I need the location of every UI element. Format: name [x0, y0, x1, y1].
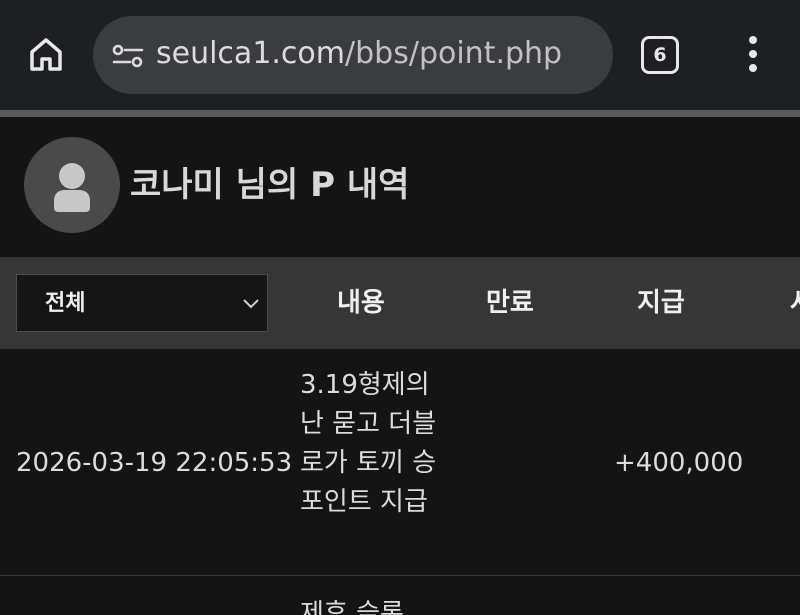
- home-button[interactable]: [26, 34, 66, 74]
- column-header-amount: 지급: [637, 288, 685, 318]
- address-bar[interactable]: seulca1.com/bbs/point.php: [93, 16, 613, 94]
- menu-dot: [749, 36, 757, 44]
- url-text[interactable]: seulca1.com/bbs/point.php: [156, 34, 562, 74]
- tabs-icon: 6: [653, 44, 667, 66]
- row-date: 2026-03-19 22:05:53: [16, 448, 293, 478]
- point-history-header: 코나미 님의 P 내역: [0, 117, 800, 257]
- column-header-partial: 사: [790, 285, 800, 321]
- site-settings-icon[interactable]: [111, 42, 145, 70]
- row-content: 3.19형제의난 묻고 더블로가 토끼 승 포인트 지급: [300, 370, 437, 517]
- row-amount: +400,000: [614, 448, 744, 478]
- table-row: 제휴 슬롯: [0, 577, 800, 615]
- filter-select[interactable]: 전체: [16, 274, 268, 332]
- url-path: /bbs/point.php: [345, 36, 563, 71]
- avatar-body: [54, 190, 90, 212]
- more-vert-icon[interactable]: [738, 34, 768, 74]
- page-title: 코나미 님의 P 내역: [130, 165, 410, 205]
- chevron-down-icon: [243, 299, 259, 309]
- user-avatar-icon: [24, 137, 120, 233]
- toolbar-divider: [0, 110, 800, 117]
- column-header-content: 내용: [337, 288, 385, 318]
- url-domain: seulca1.com: [156, 36, 346, 71]
- menu-dot: [749, 64, 757, 72]
- table-header: 전체 내용 만료 지급 사: [0, 257, 800, 349]
- browser-toolbar: seulca1.com/bbs/point.php 6: [0, 0, 800, 110]
- table-row: 2026-03-19 22:05:53 3.19형제의난 묻고 더블로가 토끼 …: [0, 349, 800, 576]
- column-header-expiry: 만료: [486, 288, 534, 318]
- avatar-head: [59, 163, 85, 189]
- home-icon: [30, 38, 62, 71]
- tab-switcher-button[interactable]: 6: [641, 36, 679, 74]
- filter-selected-value: 전체: [45, 291, 86, 316]
- row-content: 제휴 슬롯: [300, 599, 404, 615]
- menu-dot: [749, 50, 757, 58]
